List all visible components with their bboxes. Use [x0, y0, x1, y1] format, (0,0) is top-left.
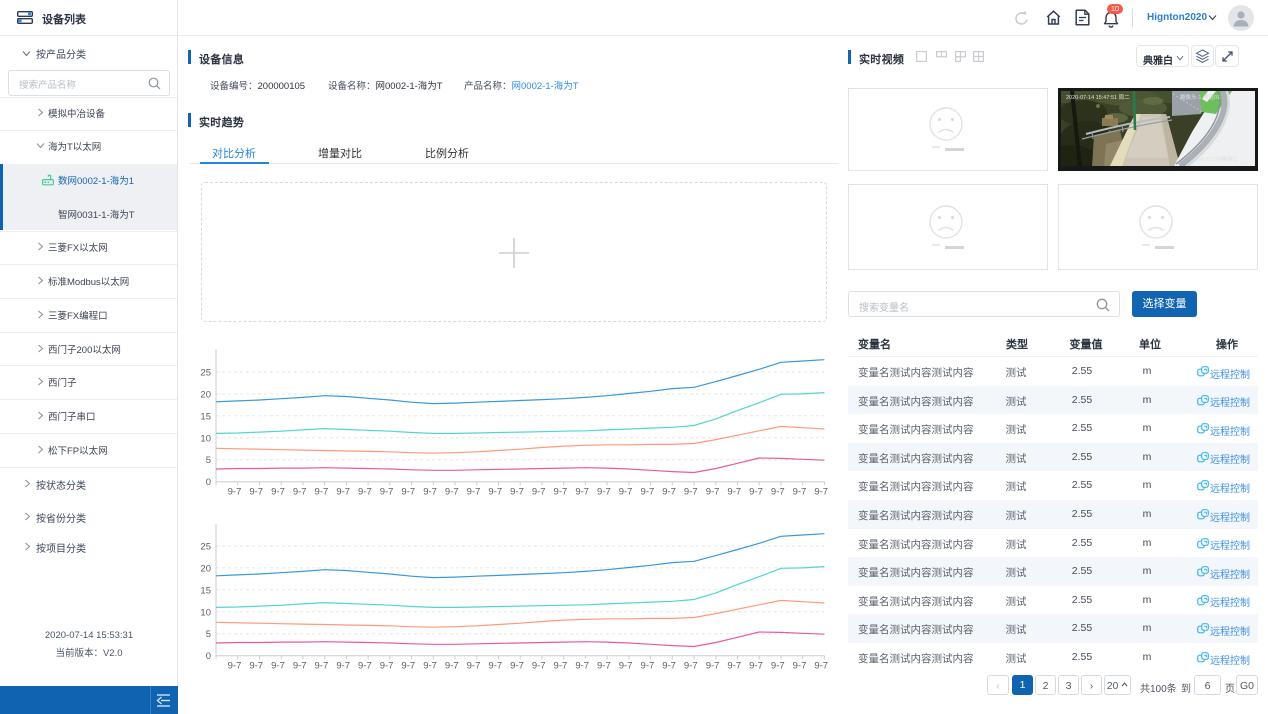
svg-text:9-7: 9-7 — [532, 660, 546, 671]
svg-text:9-7: 9-7 — [467, 487, 481, 498]
svg-text:9-7: 9-7 — [445, 487, 459, 498]
svg-text:9-7: 9-7 — [532, 487, 546, 498]
svg-text:25: 25 — [200, 368, 211, 379]
svg-text:9-7: 9-7 — [575, 660, 589, 671]
svg-text:9-7: 9-7 — [619, 487, 633, 498]
svg-text:9-7: 9-7 — [488, 660, 502, 671]
svg-text:9-7: 9-7 — [684, 660, 698, 671]
svg-text:9-7: 9-7 — [293, 660, 307, 671]
svg-text:9-7: 9-7 — [575, 487, 589, 498]
svg-text:25: 25 — [200, 541, 211, 552]
svg-text:15: 15 — [200, 411, 211, 422]
svg-text:0: 0 — [206, 477, 211, 488]
svg-text:5: 5 — [206, 455, 211, 466]
svg-text:9-7: 9-7 — [228, 487, 242, 498]
svg-text:9-7: 9-7 — [380, 660, 394, 671]
svg-text:9-7: 9-7 — [814, 487, 828, 498]
svg-text:10: 10 — [200, 433, 211, 444]
svg-text:9-7: 9-7 — [228, 660, 242, 671]
svg-text:9-7: 9-7 — [358, 487, 372, 498]
svg-text:9-7: 9-7 — [336, 660, 350, 671]
svg-text:9-7: 9-7 — [249, 660, 263, 671]
svg-text:9-7: 9-7 — [401, 660, 415, 671]
svg-text:9-7: 9-7 — [749, 487, 763, 498]
svg-text:9-7: 9-7 — [271, 487, 285, 498]
svg-text:9-7: 9-7 — [445, 660, 459, 671]
svg-text:9-7: 9-7 — [662, 660, 676, 671]
svg-text:9-7: 9-7 — [315, 660, 329, 671]
svg-text:10: 10 — [200, 607, 211, 618]
svg-text:HBJT/1F/楼梯口: HBJT/1F/楼梯口 — [1198, 155, 1238, 163]
svg-text:9-7: 9-7 — [706, 660, 720, 671]
svg-text:9-7: 9-7 — [706, 487, 720, 498]
svg-text:9-7: 9-7 — [814, 660, 828, 671]
svg-text:9-7: 9-7 — [315, 487, 329, 498]
svg-text:9-7: 9-7 — [619, 660, 633, 671]
svg-text:9-7: 9-7 — [727, 660, 741, 671]
svg-text:9-7: 9-7 — [662, 487, 676, 498]
svg-text:9-7: 9-7 — [554, 487, 568, 498]
svg-text:9-7: 9-7 — [423, 487, 437, 498]
svg-text:摄像头-1 通道01: 摄像头-1 通道01 — [1180, 93, 1220, 101]
svg-text:9-7: 9-7 — [510, 660, 524, 671]
svg-text:9-7: 9-7 — [641, 487, 655, 498]
svg-text:9-7: 9-7 — [271, 660, 285, 671]
svg-text:9-7: 9-7 — [336, 487, 350, 498]
svg-text:9-7: 9-7 — [380, 487, 394, 498]
svg-text:9-7: 9-7 — [793, 487, 807, 498]
svg-text:9-7: 9-7 — [293, 487, 307, 498]
svg-text:15: 15 — [200, 585, 211, 596]
svg-text:5: 5 — [206, 629, 211, 640]
svg-text:9-7: 9-7 — [771, 660, 785, 671]
svg-text:9-7: 9-7 — [597, 660, 611, 671]
svg-text:9-7: 9-7 — [793, 660, 807, 671]
svg-text:9-7: 9-7 — [749, 660, 763, 671]
svg-text:9-7: 9-7 — [771, 487, 785, 498]
svg-text:20: 20 — [200, 389, 211, 400]
svg-text:9-7: 9-7 — [641, 660, 655, 671]
svg-text:9-7: 9-7 — [597, 487, 611, 498]
svg-text:9-7: 9-7 — [488, 487, 502, 498]
svg-text:2020-07-14 15:47:51 周二: 2020-07-14 15:47:51 周二 — [1066, 94, 1130, 101]
svg-text:9-7: 9-7 — [249, 487, 263, 498]
svg-text:9-7: 9-7 — [467, 660, 481, 671]
svg-text:20: 20 — [200, 563, 211, 574]
svg-text:9-7: 9-7 — [423, 660, 437, 671]
svg-text:9-7: 9-7 — [510, 487, 524, 498]
svg-text:0: 0 — [206, 651, 211, 662]
svg-text:9-7: 9-7 — [727, 487, 741, 498]
svg-text:9-7: 9-7 — [684, 487, 698, 498]
svg-text:9-7: 9-7 — [358, 660, 372, 671]
svg-text:9-7: 9-7 — [401, 487, 415, 498]
svg-text:9-7: 9-7 — [554, 660, 568, 671]
